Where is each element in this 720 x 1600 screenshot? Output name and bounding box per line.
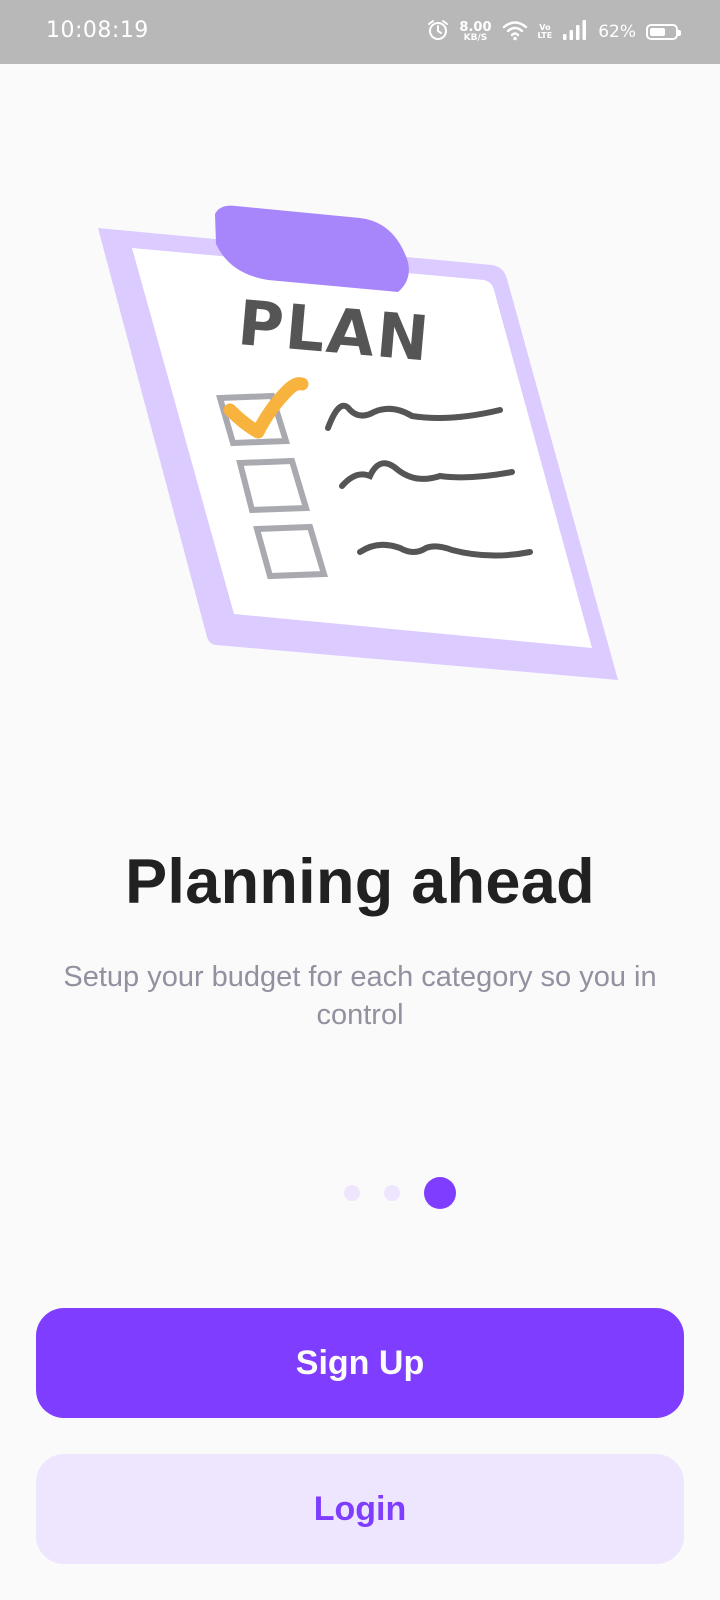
onboarding-title: Planning ahead [125, 847, 595, 917]
page-dot-active [424, 1177, 456, 1209]
login-button[interactable]: Login [36, 1454, 684, 1564]
page-indicator [0, 1175, 720, 1211]
page-dot [384, 1185, 400, 1201]
page-dot [344, 1185, 360, 1201]
clipboard-illustration: PLAN [98, 205, 618, 680]
onboarding-subtitle: Setup your budget for each category so y… [63, 961, 657, 1031]
sign-up-button[interactable]: Sign Up [36, 1308, 684, 1418]
